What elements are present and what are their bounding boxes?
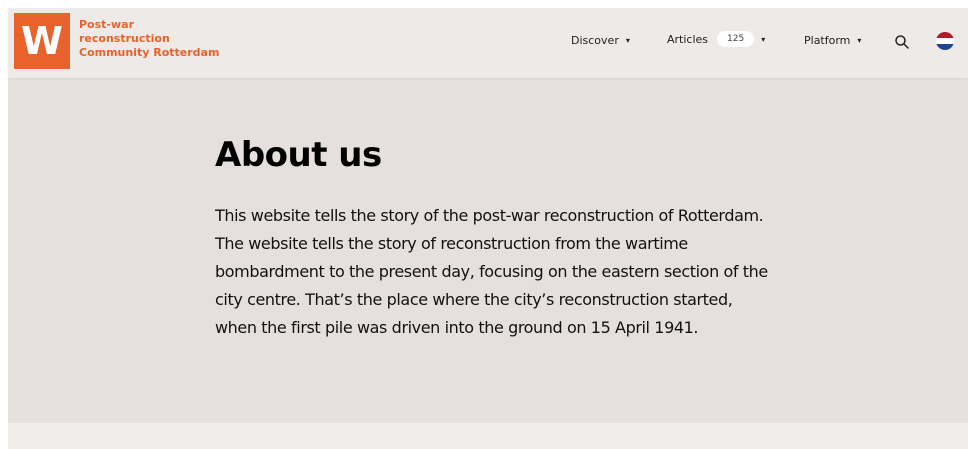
chevron-down-icon: ▾ xyxy=(761,34,766,44)
nav-discover[interactable]: Discover ▾ xyxy=(571,34,630,47)
chevron-down-icon: ▾ xyxy=(857,36,862,45)
page-title: About us xyxy=(215,135,382,175)
search-icon[interactable] xyxy=(894,34,910,50)
logo-letter: W xyxy=(21,19,63,63)
nav-articles-label: Articles xyxy=(667,32,709,46)
nav-platform-label: Platform xyxy=(804,34,851,47)
nav-platform[interactable]: Platform ▾ xyxy=(804,34,861,47)
nav-articles[interactable]: Articles 125 ▾ xyxy=(667,31,765,47)
site-title-line-3: Community Rotterdam xyxy=(79,46,220,59)
site-title[interactable]: Post-war reconstruction Community Rotter… xyxy=(79,18,219,60)
dutch-flag-icon[interactable] xyxy=(936,32,954,50)
site-header: W Post-war reconstruction Community Rott… xyxy=(8,8,968,78)
site-title-line-2: reconstruction xyxy=(79,32,170,45)
about-section: About us This website tells the story of… xyxy=(8,78,968,423)
site-title-line-1: Post-war xyxy=(79,18,134,31)
chevron-down-icon: ▾ xyxy=(625,36,630,45)
content-strip xyxy=(8,423,968,449)
site-logo[interactable]: W xyxy=(14,13,70,69)
nav-discover-label: Discover xyxy=(571,34,619,47)
page: W Post-war reconstruction Community Rott… xyxy=(8,8,968,449)
articles-count-badge: 125 xyxy=(717,31,755,47)
intro-paragraph: This website tells the story of the post… xyxy=(215,206,768,337)
